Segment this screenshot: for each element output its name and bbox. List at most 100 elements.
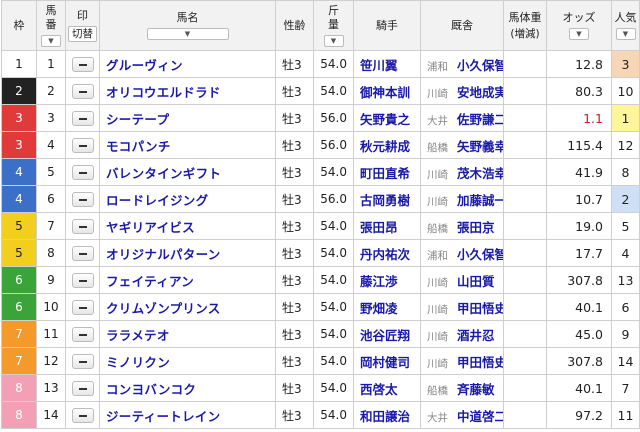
trainer-link[interactable]: 甲田悟史 xyxy=(457,355,503,370)
carried-weight: 54.0 xyxy=(320,273,347,287)
mark-select-button[interactable] xyxy=(71,327,94,342)
horse-name-link[interactable]: オリジナルパターン xyxy=(106,247,221,262)
mark-select-button[interactable] xyxy=(71,192,94,207)
jockey-link[interactable]: 藤江渉 xyxy=(360,274,398,289)
horse-name-link[interactable]: ロードレイジング xyxy=(106,193,208,208)
frame-number: 6 xyxy=(15,300,23,314)
sex-age-cell: 牡3 xyxy=(275,77,314,105)
mark-select-button[interactable] xyxy=(71,300,94,315)
trainer-cell: 川崎 加藤誠一 xyxy=(420,185,504,213)
horse-number: 7 xyxy=(47,219,55,233)
trainer-link[interactable]: 佐野謙二 xyxy=(457,112,503,127)
horse-name-link[interactable]: オリコウエルドラド xyxy=(106,85,221,100)
trainer-link[interactable]: 中道啓二 xyxy=(457,409,503,424)
trainer-link[interactable]: 安地成実 xyxy=(457,85,503,100)
mark-cell xyxy=(65,374,100,402)
mark-select-button[interactable] xyxy=(71,165,94,180)
horse-name-link[interactable]: コンヨバンコク xyxy=(106,382,196,397)
horse-number: 3 xyxy=(47,111,55,125)
horse-name-cell: ジーティートレイン xyxy=(99,401,276,429)
jockey-link[interactable]: 秋元耕成 xyxy=(360,139,410,154)
header-waku-label: 枠 xyxy=(13,18,25,32)
header-waku: 枠 xyxy=(1,0,37,51)
mark-cell xyxy=(65,293,100,321)
odds-value: 45.0 xyxy=(575,326,603,342)
popularity-rank: 14 xyxy=(617,353,634,369)
header-jockey: 騎手 xyxy=(353,0,421,51)
mark-select-button[interactable] xyxy=(71,354,94,369)
jockey-link[interactable]: 池谷匠翔 xyxy=(360,328,410,343)
trainer-cell: 船橋 矢野義幸 xyxy=(420,131,504,159)
horse-name-link[interactable]: モコパンチ xyxy=(106,139,171,154)
horse-name-link[interactable]: フェイティアン xyxy=(106,274,194,289)
weight-cell: 54.0 xyxy=(313,374,354,402)
horse-name-link[interactable]: ララメテオ xyxy=(106,328,170,343)
horse-name-link[interactable]: グルーヴィン xyxy=(106,58,183,73)
odds-cell: 115.4 xyxy=(546,131,612,159)
mark-select-button[interactable] xyxy=(71,138,94,153)
jockey-link[interactable]: 笹川翼 xyxy=(360,58,398,73)
sex-age: 牡3 xyxy=(282,165,302,180)
horse-name-link[interactable]: シーテープ xyxy=(106,112,169,127)
horse-name-sort-button[interactable]: ▼ xyxy=(146,28,229,40)
popularity-rank: 4 xyxy=(621,245,630,261)
trainer-link[interactable]: 加藤誠一 xyxy=(457,193,503,208)
jockey-link[interactable]: 岡村健司 xyxy=(360,355,410,370)
mark-select-button[interactable] xyxy=(71,219,94,234)
frame-number-cell: 7 xyxy=(1,320,37,348)
horse-name-cell: シーテープ xyxy=(99,104,276,132)
trainer-link[interactable]: 斉藤敏 xyxy=(457,382,495,397)
trainer-link[interactable]: 酒井忍 xyxy=(457,328,495,343)
umaban-sort-button[interactable]: ▼ xyxy=(41,35,61,47)
frame-number-cell: 4 xyxy=(1,185,37,213)
jockey-link[interactable]: 矢野貴之 xyxy=(360,112,410,127)
horse-number-cell: 6 xyxy=(36,185,66,213)
trainer-link[interactable]: 張田京 xyxy=(457,220,495,235)
popularity-sort-button[interactable]: ▼ xyxy=(615,28,636,40)
odds-value: 80.3 xyxy=(575,83,603,99)
horse-name-link[interactable]: ミノリクン xyxy=(106,355,170,370)
mark-select-button[interactable] xyxy=(71,408,94,423)
jockey-link[interactable]: 丹内祐次 xyxy=(360,247,410,262)
horse-name-link[interactable]: ヤギリアイビス xyxy=(106,220,195,235)
mark-select-button[interactable] xyxy=(71,111,94,126)
popularity-cell: 8 xyxy=(611,158,640,186)
horse-number-cell: 1 xyxy=(36,50,66,78)
weight-sort-button[interactable]: ▼ xyxy=(323,35,344,47)
body-weight-cell xyxy=(503,239,547,267)
mark-select-button[interactable] xyxy=(71,84,94,99)
carried-weight: 54.0 xyxy=(320,57,347,71)
body-weight-cell xyxy=(503,347,547,375)
mark-select-button[interactable] xyxy=(71,381,94,396)
mark-select-button[interactable] xyxy=(71,273,94,288)
trainer-cell: 川崎 茂木浩幸 xyxy=(420,158,504,186)
jockey-link[interactable]: 西啓太 xyxy=(360,382,398,397)
jockey-link[interactable]: 町田直希 xyxy=(360,166,410,181)
horse-name-link[interactable]: ジーティートレイン xyxy=(106,409,220,424)
table-row: 5 7 ヤギリアイビス 牡3 54.0 張田昂 船橋 張田京 19.0 5 xyxy=(1,212,640,240)
odds-sort-button[interactable]: ▼ xyxy=(569,28,589,40)
trainer-link[interactable]: 茂木浩幸 xyxy=(457,166,503,181)
trainer-link[interactable]: 甲田悟史 xyxy=(457,301,503,316)
trainer-link[interactable]: 小久保智 xyxy=(457,58,503,73)
trainer-link[interactable]: 小久保智 xyxy=(457,247,503,262)
popularity-rank: 13 xyxy=(617,272,634,288)
popularity-cell: 7 xyxy=(611,374,640,402)
header-umaban: 馬 番 ▼ xyxy=(36,0,66,51)
trainer-link[interactable]: 山田質 xyxy=(457,274,495,289)
odds-cell: 307.8 xyxy=(546,347,612,375)
mark-cell xyxy=(65,347,100,375)
jockey-link[interactable]: 御神本訓 xyxy=(360,85,410,100)
horse-name-link[interactable]: バレンタインギフト xyxy=(106,166,221,181)
mark-toggle-button[interactable]: 切替 xyxy=(68,26,97,42)
carried-weight: 54.0 xyxy=(320,408,347,422)
jockey-link[interactable]: 和田譲治 xyxy=(360,409,410,424)
horse-name-link[interactable]: クリムゾンプリンス xyxy=(106,301,221,316)
jockey-link[interactable]: 張田昂 xyxy=(360,220,398,235)
mark-select-button[interactable] xyxy=(71,57,94,72)
jockey-link[interactable]: 野畑凌 xyxy=(360,301,398,316)
mark-select-button[interactable] xyxy=(71,246,94,261)
table-row: 4 5 バレンタインギフト 牡3 54.0 町田直希 川崎 茂木浩幸 41.9 8 xyxy=(1,158,640,186)
trainer-link[interactable]: 矢野義幸 xyxy=(457,139,503,154)
jockey-link[interactable]: 古岡勇樹 xyxy=(360,193,410,208)
